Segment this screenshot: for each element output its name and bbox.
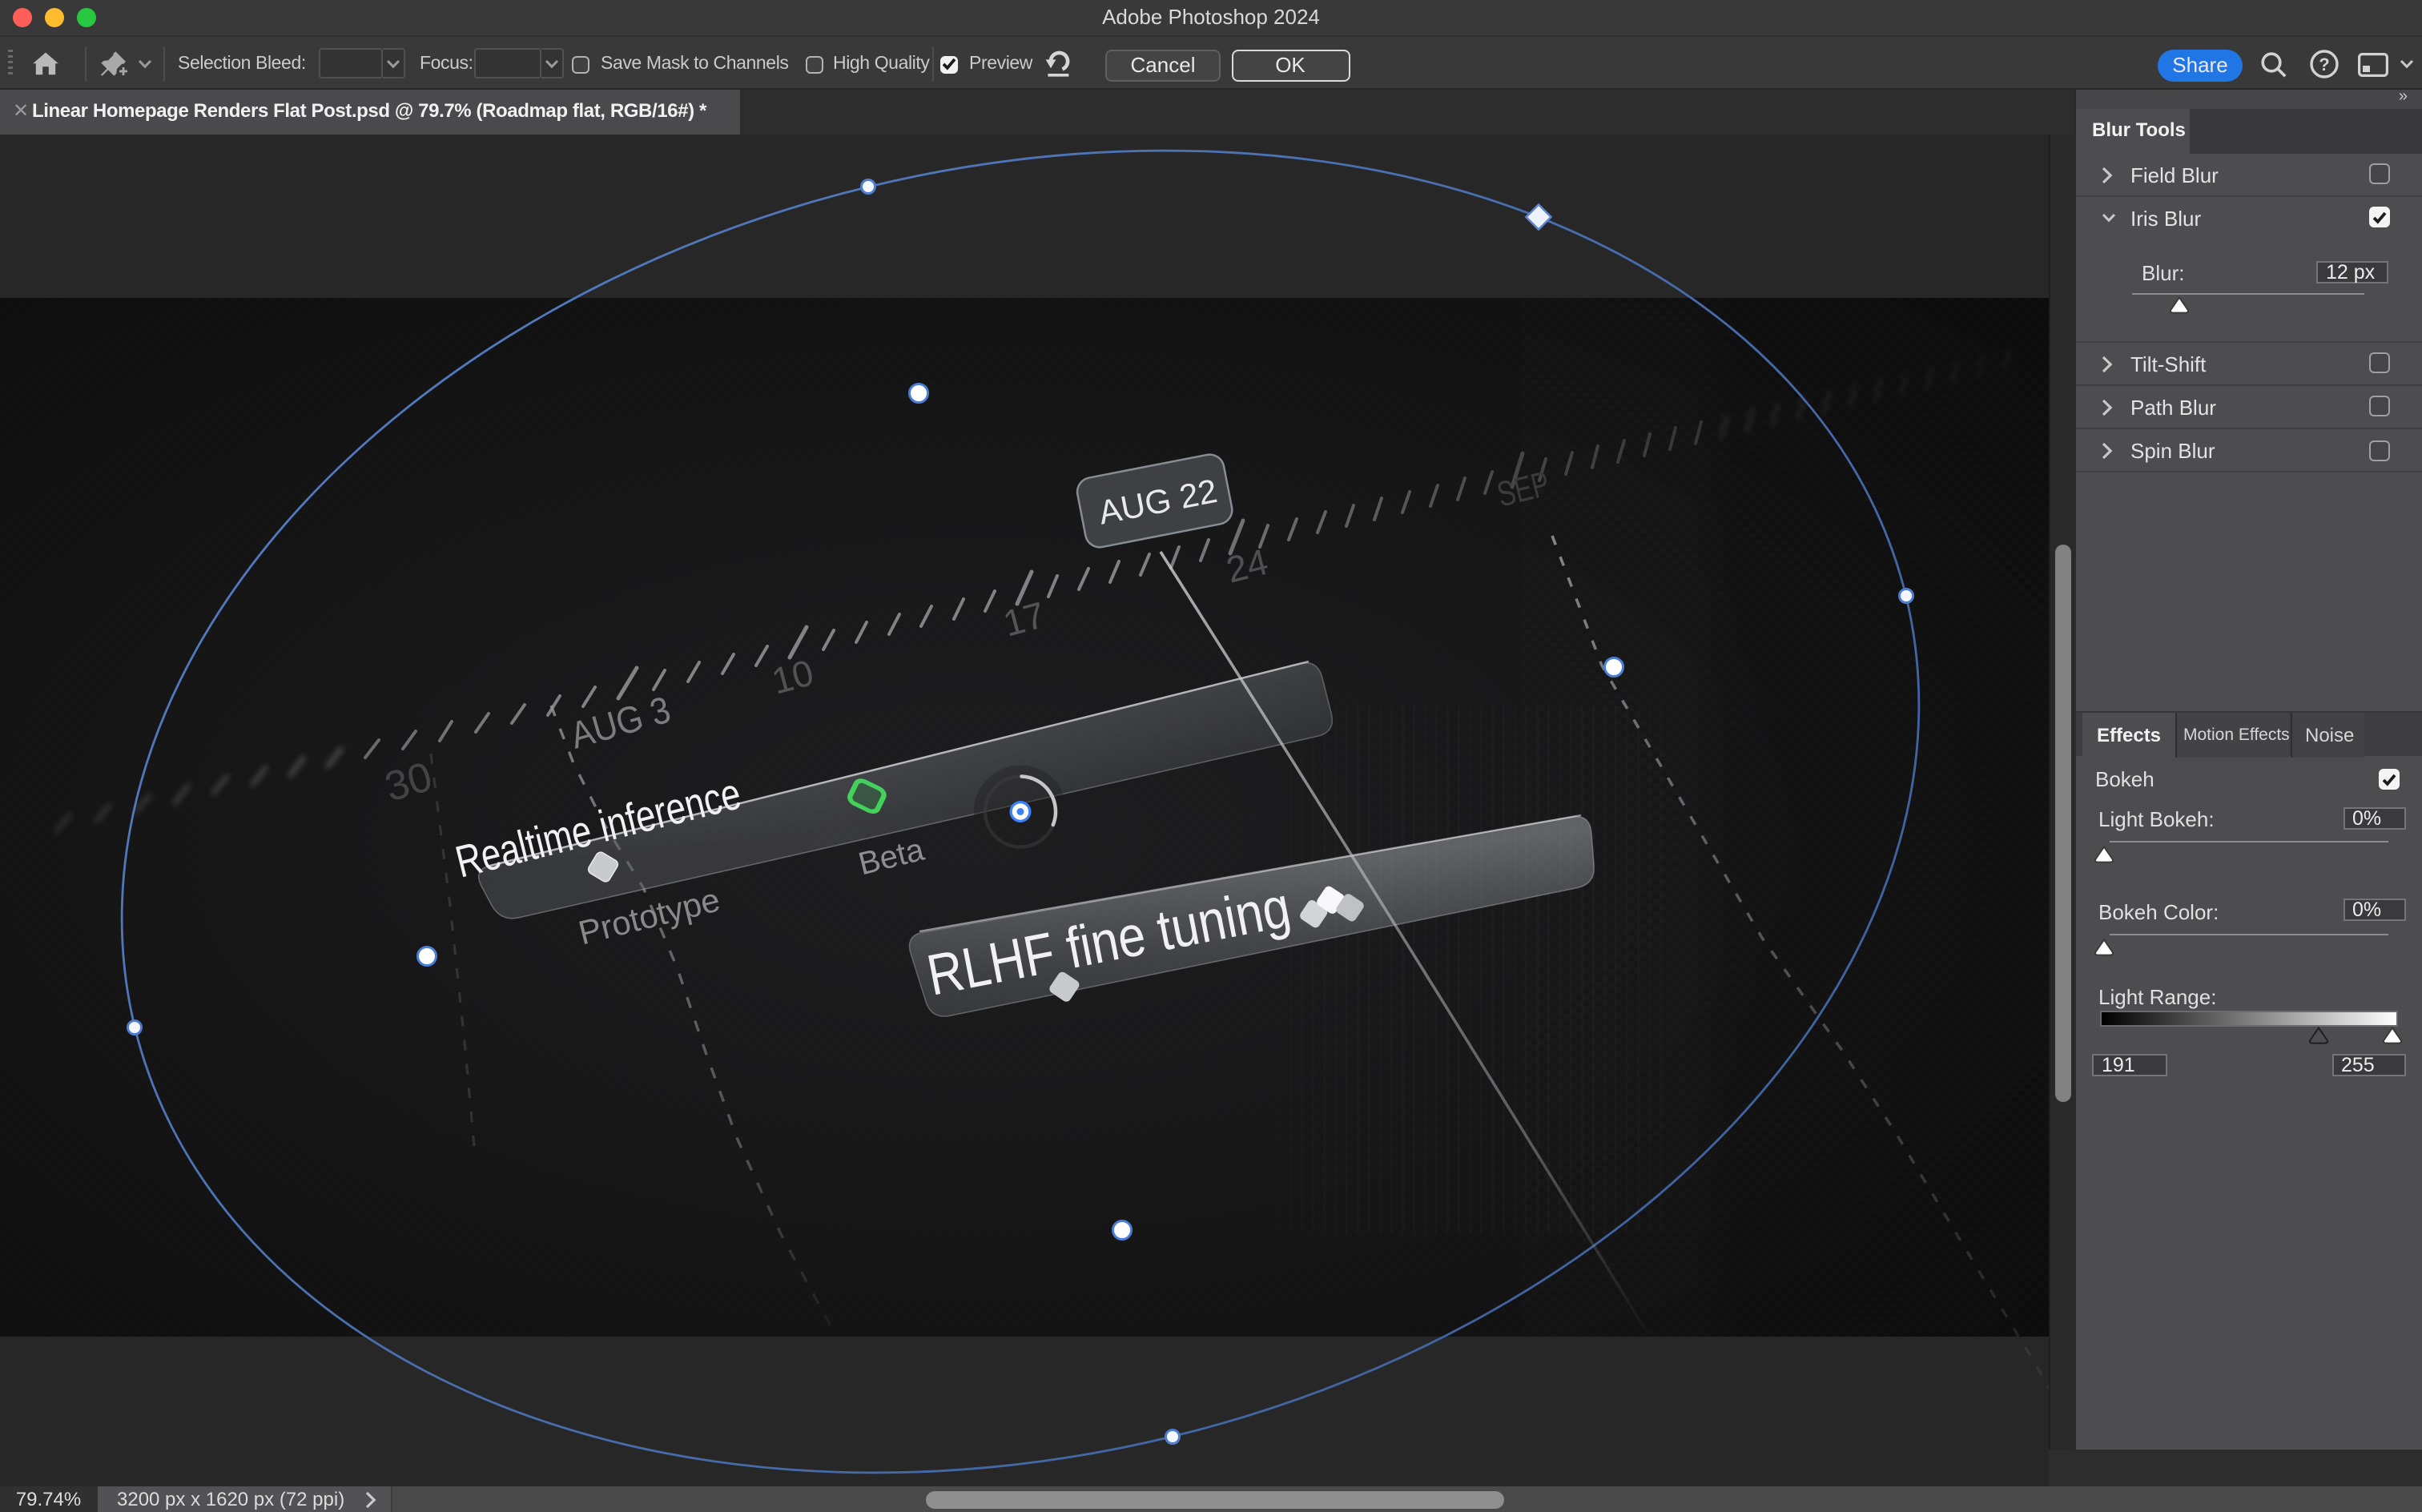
- svg-text:?: ?: [2319, 54, 2329, 74]
